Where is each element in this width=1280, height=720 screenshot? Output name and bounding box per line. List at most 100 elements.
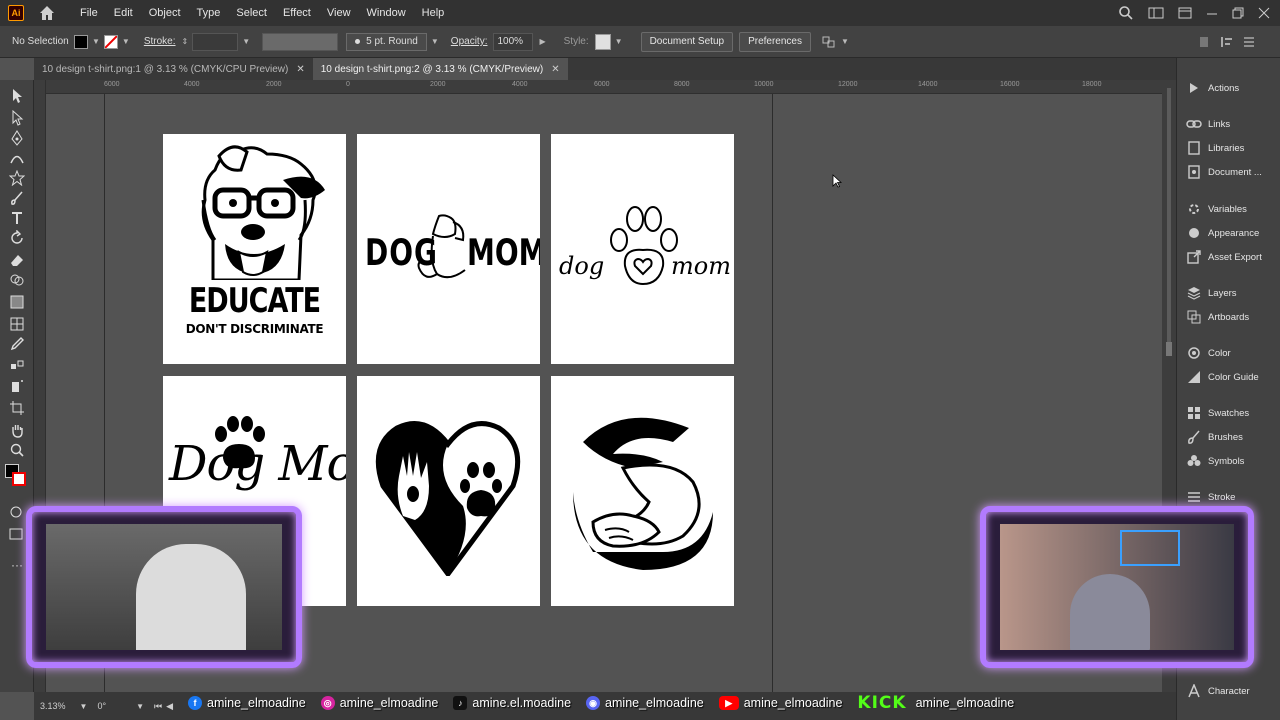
chevron-down-icon[interactable]: ▼ (92, 37, 100, 46)
stepper-icon[interactable]: ⇕ (182, 37, 189, 46)
close-icon[interactable]: ✕ (551, 64, 559, 75)
stroke-label[interactable]: Stroke: (144, 36, 176, 47)
dog-line-art-illustration (417, 214, 466, 279)
more-tools-icon[interactable]: ··· (11, 558, 23, 572)
artboard-dog-mom-bold[interactable]: DOG MOM (357, 134, 540, 364)
dog-script-text: dog (559, 252, 605, 280)
panel-variables[interactable]: Variables (1177, 198, 1280, 220)
paintbrush-tool-icon[interactable] (9, 190, 25, 206)
menu-type[interactable]: Type (189, 7, 229, 19)
mesh-tool-icon[interactable] (9, 316, 25, 332)
chevron-down-icon[interactable]: ▼ (615, 37, 623, 46)
search-icon[interactable] (1118, 5, 1134, 21)
panel-character[interactable]: Character (1177, 680, 1280, 702)
close-icon[interactable] (1258, 7, 1270, 19)
minimize-icon[interactable] (1206, 7, 1218, 19)
panel-color[interactable]: Color (1177, 342, 1280, 364)
panel-label: Appearance (1208, 227, 1260, 239)
previous-artboard-icon[interactable]: ◀ (166, 701, 173, 712)
mom-text: MOM (467, 231, 540, 274)
selection-tool-icon[interactable] (9, 88, 25, 104)
blend-tool-icon[interactable] (9, 358, 25, 374)
panel-artboards[interactable]: Artboards (1177, 306, 1280, 328)
opacity-label[interactable]: Opacity: (451, 36, 488, 47)
panel-brushes[interactable]: Brushes (1177, 426, 1280, 448)
fill-swatch[interactable] (74, 34, 88, 49)
panel-actions[interactable]: Actions (1177, 77, 1280, 99)
shape-builder-tool-icon[interactable] (9, 272, 25, 288)
type-tool-icon[interactable] (9, 210, 25, 226)
first-artboard-icon[interactable]: ⏮ (154, 701, 162, 712)
align-icons[interactable] (1198, 35, 1258, 49)
chevron-down-icon[interactable]: ▼ (136, 702, 144, 711)
panel-document-info[interactable]: Document ... (1177, 161, 1280, 183)
menu-view[interactable]: View (319, 7, 359, 19)
pen-tool-icon[interactable] (9, 130, 25, 146)
brushes-icon (1186, 429, 1202, 445)
curvature-tool-icon[interactable] (9, 150, 25, 166)
ruler-label: 6000 (104, 81, 120, 88)
draw-mode-icon[interactable] (8, 504, 24, 520)
panel-links[interactable]: Links (1177, 113, 1280, 135)
stroke-swatch[interactable] (103, 34, 118, 49)
home-icon[interactable] (38, 4, 56, 22)
chevron-down-icon[interactable]: ▼ (431, 37, 439, 46)
panel-swatches[interactable]: Swatches (1177, 402, 1280, 424)
brush-definition-dropdown[interactable]: 5 pt. Round (346, 32, 427, 51)
libraries-icon (1186, 140, 1202, 156)
chevron-down-icon[interactable]: ▼ (122, 37, 130, 46)
arrange-icon[interactable] (821, 35, 837, 49)
scroll-thumb[interactable] (1166, 342, 1172, 356)
facebook-icon: f (188, 696, 202, 710)
graphic-style-swatch[interactable] (594, 33, 611, 50)
panel-appearance[interactable]: Appearance (1177, 222, 1280, 244)
rotation-value[interactable]: 0° (97, 701, 106, 711)
menu-edit[interactable]: Edit (106, 7, 141, 19)
panel-stroke[interactable]: Stroke (1177, 486, 1280, 508)
artboard-heart-hand-paw[interactable] (357, 376, 540, 606)
panel-symbols[interactable]: Symbols (1177, 450, 1280, 472)
close-icon[interactable]: ✕ (296, 64, 304, 75)
preferences-button[interactable]: Preferences (739, 31, 811, 52)
tab-document-2[interactable]: 10 design t-shirt.png:2 @ 3.13 % (CMYK/P… (312, 58, 568, 80)
stroke-color-swatch[interactable] (12, 472, 26, 486)
workspace-icon[interactable] (1148, 6, 1164, 20)
tab-document-1[interactable]: 10 design t-shirt.png:1 @ 3.13 % (CMYK/C… (34, 58, 313, 80)
star-tool-icon[interactable] (9, 170, 25, 186)
eraser-tool-icon[interactable] (9, 252, 25, 268)
rotate-tool-icon[interactable] (9, 230, 25, 246)
stroke-weight-input[interactable] (192, 32, 239, 51)
menu-help[interactable]: Help (414, 7, 453, 19)
menu-window[interactable]: Window (359, 7, 414, 19)
direct-selection-tool-icon[interactable] (9, 110, 25, 126)
arrange-documents-icon[interactable] (1178, 6, 1192, 20)
artboard-educate[interactable]: EDUCATE DON'T DISCRIMINATE (163, 134, 346, 364)
panel-color-guide[interactable]: Color Guide (1177, 366, 1280, 388)
menu-select[interactable]: Select (228, 7, 275, 19)
panel-layers[interactable]: Layers (1177, 282, 1280, 304)
color-guide-icon (1186, 369, 1202, 385)
screen-mode-icon[interactable] (8, 526, 24, 542)
gradient-tool-icon[interactable] (9, 294, 25, 310)
restore-icon[interactable] (1232, 7, 1244, 19)
panel-libraries[interactable]: Libraries (1177, 137, 1280, 159)
zoom-level[interactable]: 3.13% (40, 701, 66, 711)
eyedropper-tool-icon[interactable] (9, 336, 25, 352)
opacity-input[interactable]: 100% (493, 32, 534, 51)
artboard-tool-icon[interactable] (9, 400, 25, 416)
chevron-down-icon[interactable]: ▼ (841, 37, 849, 46)
variable-width-profile[interactable] (262, 32, 339, 51)
document-setup-button[interactable]: Document Setup (640, 31, 734, 52)
symbol-sprayer-tool-icon[interactable] (9, 378, 25, 394)
chevron-right-icon[interactable]: ▶ (539, 37, 545, 46)
menu-file[interactable]: File (72, 7, 106, 19)
chevron-down-icon[interactable]: ▼ (80, 702, 88, 711)
zoom-tool-icon[interactable] (9, 442, 25, 458)
menu-effect[interactable]: Effect (275, 7, 319, 19)
hand-tool-icon[interactable] (9, 422, 25, 438)
panel-asset-export[interactable]: Asset Export (1177, 246, 1280, 268)
artboard-hand-paw-circle[interactable] (551, 376, 734, 606)
menu-object[interactable]: Object (141, 7, 189, 19)
chevron-down-icon[interactable]: ▼ (242, 37, 250, 46)
artboard-dog-mom-paw[interactable]: dog mom (551, 134, 734, 364)
